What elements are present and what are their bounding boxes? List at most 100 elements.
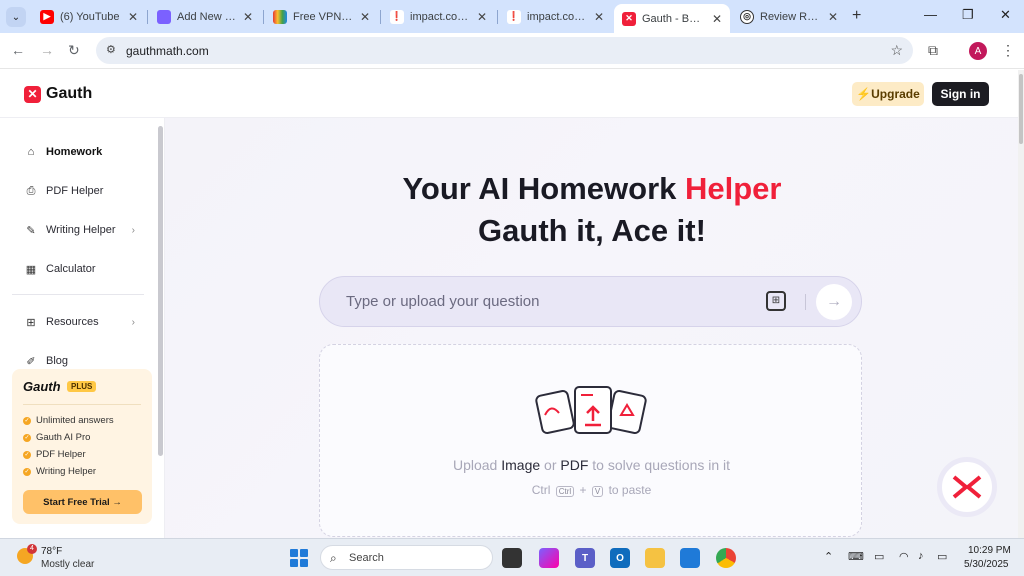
window-close-icon[interactable]: ✕ [1000, 7, 1011, 23]
tab-search-button[interactable]: ⌄ [6, 7, 26, 27]
tab-title: Free VPN for C [293, 10, 354, 23]
forward-icon[interactable]: → [40, 42, 54, 58]
upload-or: or [540, 457, 561, 473]
upgrade-button[interactable]: ⚡ Upgrade [852, 82, 924, 106]
tab-add-new-post[interactable]: Add New Post ✕ [149, 4, 261, 29]
plus-badge: PLUS [67, 381, 97, 392]
check-icon: ✓ [23, 450, 31, 459]
task-view-icon[interactable] [502, 548, 522, 568]
start-free-trial-button[interactable]: Start Free Trial → [23, 490, 142, 514]
chevron-up-icon[interactable]: ⌃ [824, 550, 833, 563]
file-explorer-icon[interactable] [645, 548, 665, 568]
input-separator [805, 294, 806, 310]
site-settings-icon[interactable]: ⚙ [106, 43, 116, 56]
sidebar-item-pdf-helper[interactable]: ⎙ PDF Helper [24, 181, 139, 201]
store-icon[interactable] [680, 548, 700, 568]
browser-menu-icon[interactable]: ⋮ [1001, 42, 1015, 59]
gauth-logo[interactable]: ✕ Gauth [24, 85, 92, 103]
upload-pdf-link[interactable]: PDF [560, 457, 588, 473]
sidebar-scrollbar[interactable] [158, 126, 163, 456]
plus-feature-label: Gauth AI Pro [36, 432, 91, 443]
chrome-icon[interactable] [716, 548, 736, 568]
check-icon: ✓ [23, 433, 31, 442]
weather-temp[interactable]: 78°F [41, 546, 62, 557]
openai-icon: ◎ [740, 9, 754, 24]
windows-start-icon[interactable] [290, 549, 308, 567]
close-icon[interactable]: ✕ [360, 10, 370, 24]
extensions-icon[interactable]: ⧉ [928, 42, 938, 59]
plus-feature-label: Unlimited answers [36, 415, 114, 426]
restore-icon[interactable]: ❐ [962, 7, 974, 23]
scrollbar-thumb[interactable] [1019, 74, 1023, 144]
tab-impact-1[interactable]: ❗ impact.com - ✕ [382, 4, 495, 29]
upload-image-link[interactable]: Image [501, 457, 540, 473]
page: ✕ Gauth ⚡ Upgrade Sign in ⌂ Homework ⎙ P… [0, 70, 1024, 538]
plus-feature: ✓ Writing Helper [23, 466, 96, 477]
wifi-icon[interactable]: ◠ [899, 550, 909, 563]
tab-impact-2[interactable]: ❗ impact.com - ✕ [499, 4, 612, 29]
url-text[interactable]: gauthmath.com [126, 44, 209, 58]
windows-taskbar: 4 78°F Mostly clear ⌕ Search T O ⌃ ⌨ ▭ ◠… [0, 538, 1024, 576]
gauth-icon: ✕ [622, 11, 636, 26]
logo-text: Gauth [46, 85, 93, 102]
outlook-icon[interactable]: O [610, 548, 630, 568]
volume-icon[interactable]: ♪ [918, 550, 924, 562]
upload-instructions: Upload Image or PDF to solve questions i… [320, 457, 863, 473]
upload-dropzone[interactable]: Upload Image or PDF to solve questions i… [319, 344, 862, 537]
gauth-assistant-button[interactable] [937, 457, 997, 517]
question-input[interactable]: Type or upload your question ⊞ → [319, 276, 862, 327]
sidebar-item-writing-helper[interactable]: ✎ Writing Helper › [24, 220, 139, 240]
new-tab-plus-icon[interactable]: + [852, 7, 861, 25]
back-icon[interactable]: ← [11, 42, 25, 58]
tab-review-request[interactable]: ◎ Review Reque ✕ [732, 4, 846, 29]
tab-youtube[interactable]: ▶ (6) YouTube ✕ [32, 4, 146, 29]
pen-icon: ✎ [26, 224, 36, 237]
close-icon[interactable]: ✕ [828, 10, 838, 24]
hero-accent: Helper [685, 171, 782, 206]
minimize-icon[interactable]: — [924, 7, 937, 22]
sidebar-item-calculator[interactable]: ▦ Calculator [24, 259, 139, 279]
taskbar-search[interactable]: ⌕ Search [320, 545, 493, 570]
display-icon[interactable]: ▭ [874, 550, 884, 563]
copilot-icon[interactable] [539, 548, 559, 568]
close-icon[interactable]: ✕ [477, 10, 487, 24]
tab-gauth[interactable]: ✕ Gauth - Best A ✕ [614, 4, 730, 33]
weather-condition[interactable]: Mostly clear [41, 559, 94, 570]
clock-date[interactable]: 5/30/2025 [964, 559, 1009, 570]
pdf-icon: ⎙ [26, 184, 36, 197]
gauth-logo-icon [952, 475, 982, 499]
browser-toolbar: ← → ↻ ⚙ gauthmath.com ☆ ⧉ A ⋮ [0, 33, 1024, 69]
check-icon: ✓ [23, 467, 31, 476]
calculator-icon[interactable]: ⊞ [766, 291, 786, 311]
sidebar-item-homework[interactable]: ⌂ Homework [24, 142, 139, 162]
page-scrollbar[interactable] [1018, 70, 1024, 538]
sidebar-item-label: PDF Helper [46, 185, 104, 197]
tab-title: Review Reque [760, 10, 822, 23]
bookmark-star-icon[interactable]: ☆ [890, 42, 903, 59]
youtube-icon: ▶ [40, 9, 54, 24]
close-icon[interactable]: ✕ [712, 12, 722, 26]
close-icon[interactable]: ✕ [128, 10, 138, 24]
sign-in-button[interactable]: Sign in [932, 82, 989, 106]
battery-icon[interactable]: ▭ [937, 550, 947, 563]
grid-icon: ⊞ [26, 316, 36, 329]
teams-icon[interactable]: T [575, 548, 595, 568]
paste-ctrl-text: Ctrl [531, 483, 551, 497]
plus-feature: ✓ Gauth AI Pro [23, 432, 90, 443]
tab-title: (6) YouTube [60, 10, 120, 23]
address-bar[interactable]: ⚙ gauthmath.com ☆ [96, 37, 913, 64]
impact-icon: ❗ [507, 9, 521, 24]
send-arrow-icon[interactable]: → [816, 284, 852, 320]
sidebar: ⌂ Homework ⎙ PDF Helper ✎ Writing Helper… [0, 118, 165, 538]
tab-free-vpn[interactable]: Free VPN for C ✕ [265, 4, 378, 29]
close-icon[interactable]: ✕ [243, 10, 253, 24]
trial-label: Start Free Trial [43, 496, 110, 508]
profile-avatar[interactable]: A [969, 42, 987, 60]
sidebar-item-label: Calculator [46, 263, 96, 275]
clock-time[interactable]: 10:29 PM [968, 545, 1011, 556]
sidebar-item-blog[interactable]: ✐ Blog [24, 351, 139, 371]
keyboard-icon[interactable]: ⌨ [848, 550, 864, 563]
close-icon[interactable]: ✕ [594, 10, 604, 24]
reload-icon[interactable]: ↻ [68, 42, 80, 59]
sidebar-item-resources[interactable]: ⊞ Resources › [24, 312, 139, 332]
